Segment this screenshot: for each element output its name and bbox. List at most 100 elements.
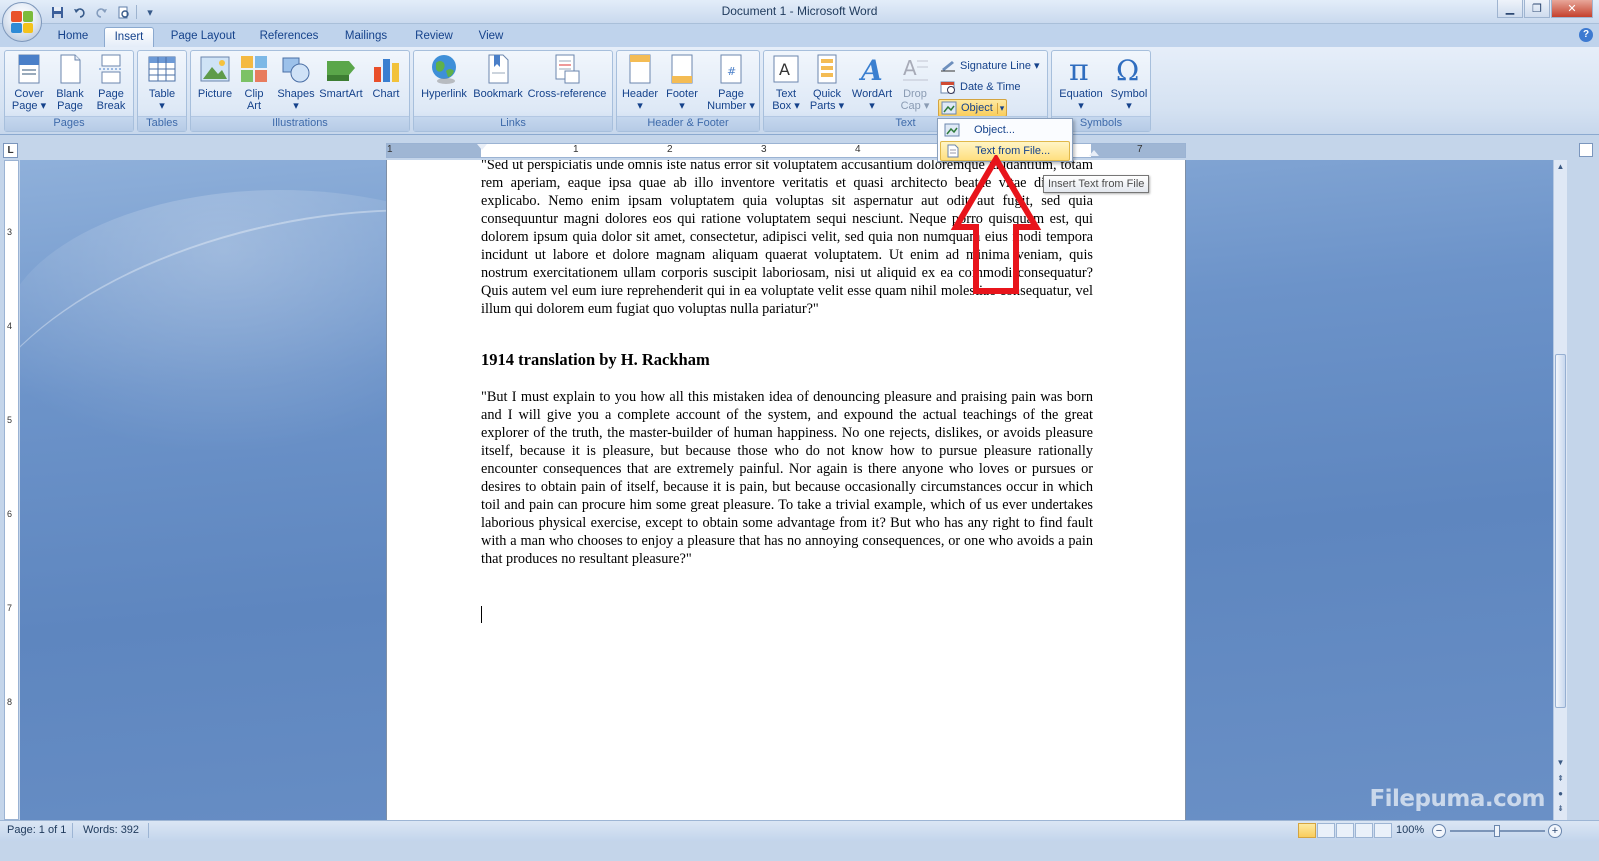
page-number-button[interactable]: # Page Number ▾ [705,53,757,112]
header-button[interactable]: Header ▾ [619,53,661,112]
cross-reference-icon [551,53,583,85]
footer-button[interactable]: Footer ▾ [661,53,703,112]
wordart-button[interactable]: A WordArt ▾ [848,53,896,112]
outline-view-button[interactable] [1355,823,1373,838]
group-header-footer: Header ▾ Footer ▾ # Page Number ▾ Header… [616,50,760,132]
svg-text:A: A [858,54,883,85]
chart-button[interactable]: Chart [365,53,407,100]
tab-view[interactable]: View [468,27,514,48]
cover-page-icon [13,53,45,85]
window-title: Document 1 - Microsoft Word [721,4,878,18]
chart-icon [370,53,402,85]
close-button[interactable]: ✕ [1551,0,1593,18]
smartart-icon [325,53,357,85]
chart-label: Chart [372,88,400,100]
ruler-left-margin [387,144,481,157]
restore-button[interactable]: ❐ [1524,0,1550,18]
zoom-level[interactable]: 100% [1396,824,1424,836]
date-time-button[interactable]: Date & Time [940,78,1021,96]
office-button[interactable] [2,2,42,42]
previous-page-icon[interactable]: ⇞ [1554,772,1567,785]
quick-parts-button[interactable]: Quick Parts ▾ [806,53,848,112]
document-page[interactable]: "Sed ut perspiciatis unde omnis iste nat… [386,160,1186,820]
minimize-button[interactable]: ▁ [1497,0,1523,18]
heading-translation[interactable]: 1914 translation by H. Rackham [481,350,1093,370]
page-break-button[interactable]: Page Break [91,53,131,112]
blank-page-button[interactable]: Blank Page [51,53,89,112]
page-count[interactable]: Page: 1 of 1 [7,824,66,836]
footer-label: Footer ▾ [666,88,698,112]
smartart-button[interactable]: SmartArt [317,53,365,100]
drop-cap-icon: A [899,53,931,85]
vertical-ruler[interactable]: 3 4 5 6 7 8 [4,160,19,820]
text-box-label: Text Box ▾ [772,88,800,112]
wordart-label: WordArt ▾ [851,88,893,112]
view-ruler-button[interactable] [1579,143,1593,157]
svg-text:#: # [727,65,736,78]
header-label: Header ▾ [621,88,659,112]
tab-references[interactable]: References [252,27,326,48]
text-cursor [481,606,482,623]
tab-insert[interactable]: Insert [104,27,154,48]
object-button[interactable]: Object ▾ [938,99,1008,117]
right-indent-marker[interactable] [1089,150,1099,156]
tab-home[interactable]: Home [48,27,98,48]
page-break-icon [95,53,127,85]
help-icon[interactable]: ? [1579,28,1593,42]
tab-review[interactable]: Review [406,27,462,48]
blank-page-label: Blank Page [56,88,84,112]
text-box-button[interactable]: A Text Box ▾ [766,53,806,112]
symbol-button[interactable]: Ω Symbol ▾ [1108,53,1150,112]
cover-page-label: Cover Page ▾ [11,88,47,112]
vruler-number: 7 [7,603,13,613]
zoom-slider-thumb[interactable] [1494,825,1500,837]
word-count[interactable]: Words: 392 [83,824,139,836]
smartart-label: SmartArt [319,88,363,100]
scroll-up-arrow-icon[interactable]: ▲ [1554,160,1567,173]
status-bar: Page: 1 of 1 Words: 392 100% − + [0,820,1599,841]
select-browse-object-icon[interactable]: ● [1554,787,1567,800]
group-illustrations: Picture Clip Art Shapes ▾ SmartArt Chart [190,50,410,132]
cover-page-button[interactable]: Cover Page ▾ [9,53,49,112]
cross-reference-button[interactable]: Cross-reference [524,53,610,100]
bookmark-icon [482,53,514,85]
menu-item-object[interactable]: Object... [940,120,1070,140]
vertical-scrollbar[interactable]: ▲ ▼ ⇞ ● ⇟ [1553,160,1567,820]
menu-item-object-label: Object... [974,124,1015,136]
tab-mailings[interactable]: Mailings [334,27,398,48]
shapes-button[interactable]: Shapes ▾ [275,53,317,112]
left-indent-marker[interactable] [477,144,487,150]
tab-selector[interactable]: L [3,143,18,158]
horizontal-ruler-row: L 1 1 2 3 4 5 6 7 [0,140,1599,160]
web-layout-view-button[interactable] [1336,823,1354,838]
group-label-pages: Pages [5,116,133,131]
zoom-in-button[interactable]: + [1548,824,1562,838]
object-dropdown-arrow-icon[interactable]: ▾ [996,102,1004,114]
blank-page-icon [54,53,86,85]
paragraph-english[interactable]: "But I must explain to you how all this … [481,388,1093,568]
clip-art-button[interactable]: Clip Art [237,53,271,112]
picture-button[interactable]: Picture [193,53,237,100]
scroll-thumb[interactable] [1555,354,1566,708]
view-buttons [1298,823,1392,838]
drop-cap-button[interactable]: A Drop Cap ▾ [896,53,934,112]
full-screen-reading-view-button[interactable] [1317,823,1335,838]
tab-page-layout[interactable]: Page Layout [162,27,244,48]
print-layout-view-button[interactable] [1298,823,1316,838]
bookmark-button[interactable]: Bookmark [472,53,524,100]
hyperlink-button[interactable]: Hyperlink [416,53,472,100]
next-page-icon[interactable]: ⇟ [1554,802,1567,815]
ribbon: Cover Page ▾ Blank Page Page Break Pages… [0,47,1599,135]
zoom-out-button[interactable]: − [1432,824,1446,838]
ruler-number: 1 [387,144,393,155]
vruler-number: 5 [7,415,13,425]
vruler-number: 6 [7,509,13,519]
annotation-arrow-icon [950,155,1042,294]
pi-icon: π [1065,53,1097,88]
draft-view-button[interactable] [1374,823,1392,838]
table-button[interactable]: Table ▾ [144,53,180,112]
signature-line-button[interactable]: Signature Line ▾ [940,56,1040,74]
title-bar: ▾ Document 1 - Microsoft Word ▁ ❐ ✕ [0,0,1599,24]
scroll-down-arrow-icon[interactable]: ▼ [1554,756,1567,769]
equation-button[interactable]: π Equation ▾ [1054,53,1108,112]
